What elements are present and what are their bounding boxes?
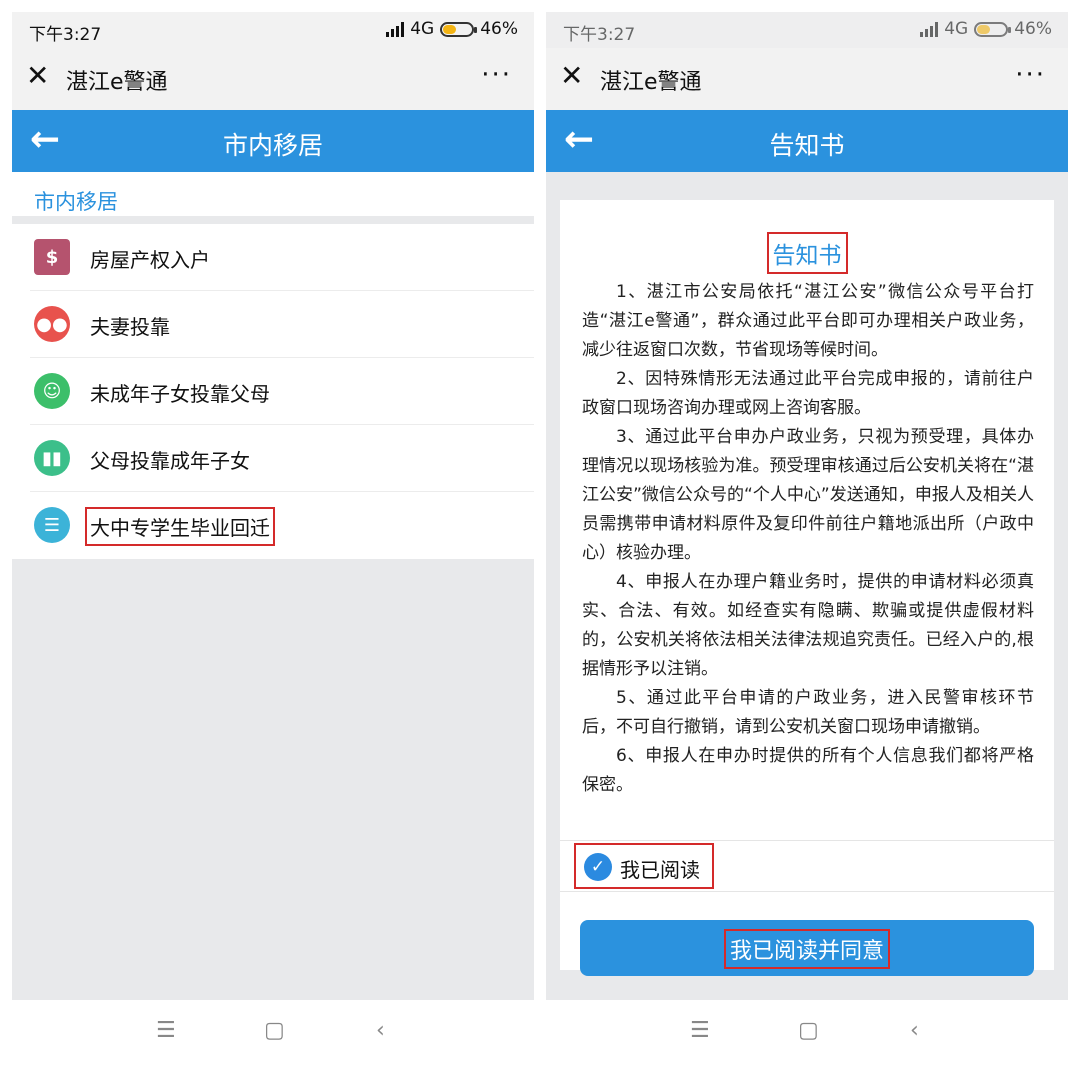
app-bar: ✕ 湛江e警通 ··· xyxy=(12,48,534,110)
page-header: ← 告知书 xyxy=(546,110,1068,172)
notice-paragraph-2: 2、因特殊情形无法通过此平台完成申报的，请前往户政窗口现场咨询办理或网上咨询客服… xyxy=(582,369,1034,418)
menu-icon[interactable]: ☰ xyxy=(690,1018,710,1043)
notice-title: 告知书 xyxy=(766,232,848,274)
battery-icon xyxy=(440,21,478,37)
app-title: 湛江e警通 xyxy=(66,70,168,95)
notice-paragraph-3: 3、通过此平台申办户政业务，只视为预受理，具体办理情况以现场核验为准。预受理审核… xyxy=(582,427,1034,563)
back-icon[interactable]: ‹ xyxy=(376,1018,385,1043)
couple-icon: ●● xyxy=(34,306,70,342)
signal-icon xyxy=(920,21,939,37)
list-item-label: 房屋产权入户 xyxy=(90,248,210,272)
phone-screen-right: 下午3:27 4G 46% ✕ 湛江e警通 ··· ← 告知书 告知书 1、湛江… xyxy=(546,12,1068,1062)
list-item-house-property[interactable]: $ 房屋产权入户 xyxy=(30,224,534,291)
notice-paragraph-6: 6、申报人在申办时提供的所有个人信息我们都将严格保密。 xyxy=(582,746,1034,795)
home-icon[interactable]: ▢ xyxy=(798,1018,819,1043)
notice-card: 告知书 1、湛江市公安局依托“湛江公安”微信公众号平台打造“湛江e警通”，群众通… xyxy=(560,200,1054,976)
phone-screen-left: 下午3:27 4G 46% ✕ 湛江e警通 ··· ← 市内移居 市内移居 $ … xyxy=(12,12,534,1062)
close-icon[interactable]: ✕ xyxy=(26,62,49,90)
read-checkbox-row: ✓ 我已阅读 xyxy=(560,840,1054,892)
list-item-label: 夫妻投靠 xyxy=(90,315,170,339)
battery-percent: 46% xyxy=(480,19,518,39)
list-item-graduate[interactable]: ☰ 大中专学生毕业回迁 xyxy=(30,492,534,559)
agree-button[interactable]: 我已阅读并同意 xyxy=(580,920,1034,976)
list-item-parents[interactable]: ▮▮ 父母投靠成年子女 xyxy=(30,425,534,492)
home-icon[interactable]: ▢ xyxy=(264,1018,285,1043)
service-list: $ 房屋产权入户 ●● 夫妻投靠 ☺ 未成年子女投靠父母 ▮▮ 父母投靠成年子女… xyxy=(12,224,534,559)
section-label: 市内移居 xyxy=(34,190,118,214)
list-item-couple[interactable]: ●● 夫妻投靠 xyxy=(30,291,534,358)
more-options-icon[interactable]: ··· xyxy=(1015,60,1046,90)
notice-paragraph-4: 4、申报人在办理户籍业务时，提供的申请材料必须真实、合法、有效。如经查实有隐瞒、… xyxy=(582,572,1034,679)
page-title: 告知书 xyxy=(769,131,845,160)
section-header: 市内移居 xyxy=(12,172,534,224)
list-item-label: 父母投靠成年子女 xyxy=(90,449,250,473)
status-bar: 下午3:27 4G 46% xyxy=(12,12,534,48)
status-time: 下午3:27 xyxy=(563,25,636,45)
app-title: 湛江e警通 xyxy=(600,70,702,95)
graduate-icon: ☰ xyxy=(34,507,70,543)
parents-icon: ▮▮ xyxy=(34,440,70,476)
list-item-label: 未成年子女投靠父母 xyxy=(90,382,270,406)
read-checkbox[interactable]: ✓ 我已阅读 xyxy=(574,843,714,889)
notice-paragraph-5: 5、通过此平台申请的户政业务，进入民警审核环节后，不可自行撤销，请到公安机关窗口… xyxy=(582,688,1034,737)
agree-button-label: 我已阅读并同意 xyxy=(723,929,890,969)
page-title: 市内移居 xyxy=(222,131,323,160)
page-header: ← 市内移居 xyxy=(12,110,534,172)
house-dollar-icon: $ xyxy=(34,239,70,275)
status-bar: 下午3:27 4G 46% xyxy=(546,12,1068,48)
system-nav-bar: ☰ ▢ ‹ xyxy=(12,1000,534,1062)
child-icon: ☺ xyxy=(34,373,70,409)
close-icon[interactable]: ✕ xyxy=(560,62,583,90)
list-item-minor-child[interactable]: ☺ 未成年子女投靠父母 xyxy=(30,358,534,425)
notice-paragraph-1: 1、湛江市公安局依托“湛江公安”微信公众号平台打造“湛江e警通”，群众通过此平台… xyxy=(582,282,1034,360)
checkmark-icon[interactable]: ✓ xyxy=(584,853,612,881)
network-label: 4G xyxy=(944,19,969,39)
more-options-icon[interactable]: ··· xyxy=(481,60,512,90)
read-checkbox-label: 我已阅读 xyxy=(620,858,700,882)
system-nav-bar: ☰ ▢ ‹ xyxy=(546,1000,1068,1062)
battery-percent: 46% xyxy=(1014,19,1052,39)
signal-icon xyxy=(386,21,405,37)
back-icon[interactable]: ‹ xyxy=(910,1018,919,1043)
network-label: 4G xyxy=(410,19,435,39)
menu-icon[interactable]: ☰ xyxy=(156,1018,176,1043)
app-bar: ✕ 湛江e警通 ··· xyxy=(546,48,1068,110)
battery-icon xyxy=(974,21,1012,37)
list-item-label: 大中专学生毕业回迁 xyxy=(85,507,275,546)
status-time: 下午3:27 xyxy=(29,25,102,45)
